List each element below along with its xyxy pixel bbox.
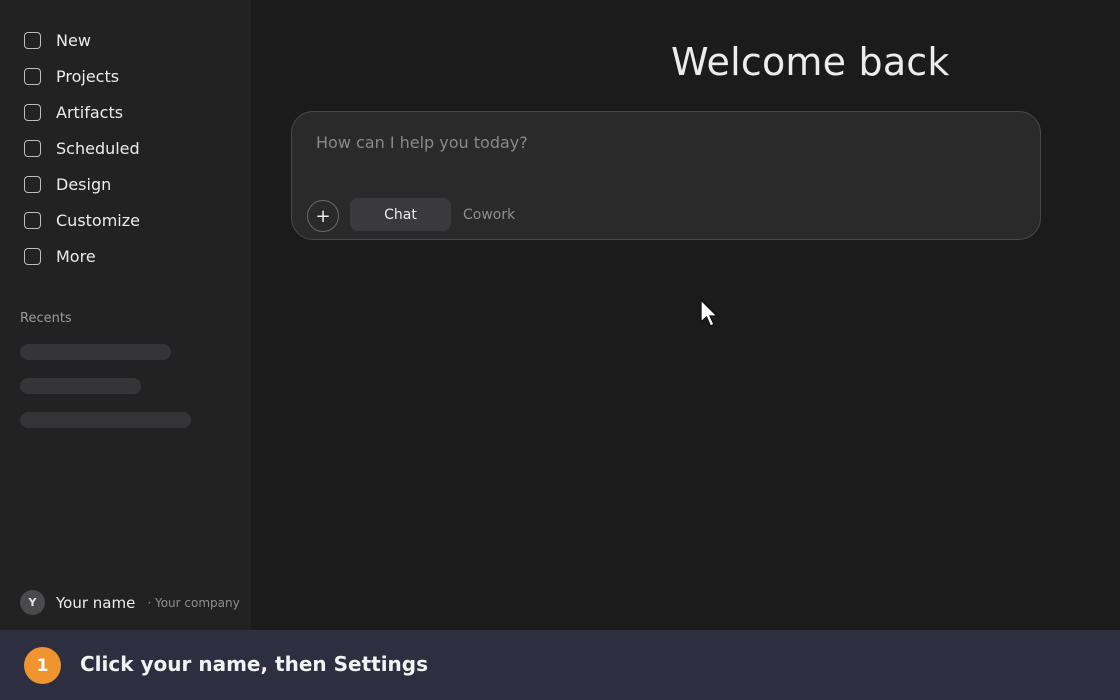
user-name[interactable]: Your name [56, 594, 135, 612]
sidebar-item-label: Customize [56, 210, 140, 230]
add-attachment-button[interactable]: + [307, 200, 339, 232]
square-icon [24, 247, 41, 265]
sidebar-item-label: Scheduled [56, 138, 140, 158]
sidebar-item-label: New [56, 30, 91, 50]
sidebar-item-label: Projects [56, 66, 120, 86]
sidebar-item-customize[interactable]: Customize [0, 202, 251, 238]
square-icon [24, 67, 41, 85]
user-menu-button[interactable]: Y Your name · Your company [20, 590, 240, 615]
sidebar-item-new[interactable]: New [0, 22, 251, 58]
sidebar-item-design[interactable]: Design [0, 166, 251, 202]
mode-cowork-button[interactable]: Cowork [463, 198, 515, 231]
page-title: Welcome back [671, 40, 950, 84]
main-area [251, 0, 1120, 630]
square-icon [24, 103, 41, 121]
composer: + Chat Cowork [291, 111, 1041, 240]
square-icon [24, 175, 41, 193]
mode-chat-button[interactable]: Chat [350, 198, 451, 231]
recent-item-placeholder[interactable] [20, 378, 141, 394]
sidebar-item-label: More [56, 246, 96, 266]
mouse-pointer-icon [700, 299, 719, 327]
sidebar: New Projects Artifacts Scheduled Design … [0, 0, 251, 630]
recent-item-placeholder[interactable] [20, 344, 171, 360]
sidebar-item-more[interactable]: More [0, 238, 251, 274]
prompt-input[interactable] [316, 130, 1006, 154]
user-company: · Your company [147, 595, 240, 610]
sidebar-item-label: Design [56, 174, 112, 194]
recents-heading: Recents [20, 311, 72, 326]
sidebar-item-artifacts[interactable]: Artifacts [0, 94, 251, 130]
sidebar-item-label: Artifacts [56, 102, 124, 122]
square-icon [24, 31, 41, 49]
tip-instruction: Click your name, then Settings [80, 652, 429, 676]
plus-icon: + [315, 205, 331, 227]
recent-item-placeholder[interactable] [20, 412, 191, 428]
sidebar-item-projects[interactable]: Projects [0, 58, 251, 94]
square-icon [24, 211, 41, 229]
step-number-badge: 1 [24, 647, 61, 684]
avatar: Y [20, 590, 45, 615]
square-icon [24, 139, 41, 157]
sidebar-item-scheduled[interactable]: Scheduled [0, 130, 251, 166]
tutorial-tip-bar: 1 Click your name, then Settings [0, 630, 1120, 700]
sidebar-nav: New Projects Artifacts Scheduled Design … [0, 22, 251, 274]
